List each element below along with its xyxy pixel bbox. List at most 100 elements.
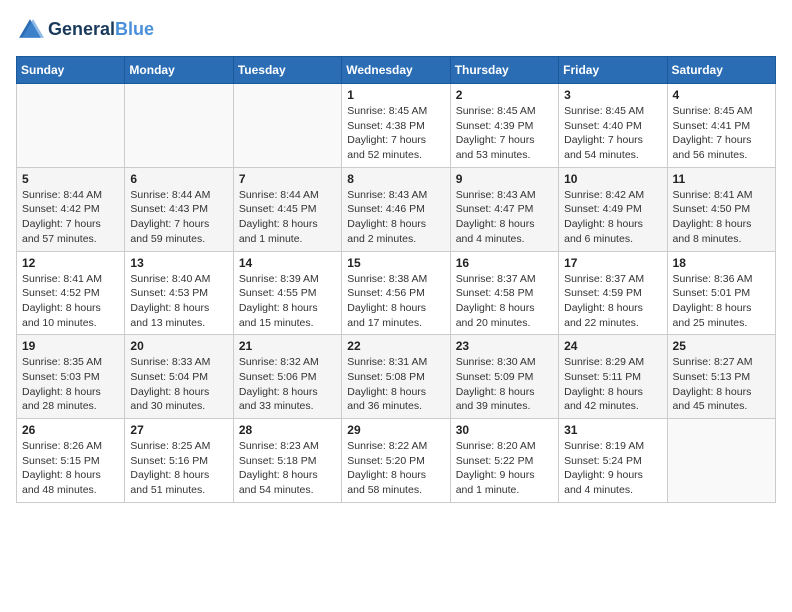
- day-header-thursday: Thursday: [450, 57, 558, 84]
- day-number: 11: [673, 172, 770, 186]
- calendar-week-2: 5 Sunrise: 8:44 AM Sunset: 4:42 PM Daylig…: [17, 167, 776, 251]
- day-info: Sunrise: 8:40 AM Sunset: 4:53 PM Dayligh…: [130, 272, 227, 331]
- day-header-friday: Friday: [559, 57, 667, 84]
- calendar-cell: 17 Sunrise: 8:37 AM Sunset: 4:59 PM Dayli…: [559, 251, 667, 335]
- day-header-tuesday: Tuesday: [233, 57, 341, 84]
- day-number: 27: [130, 423, 227, 437]
- day-number: 23: [456, 339, 553, 353]
- calendar-week-4: 19 Sunrise: 8:35 AM Sunset: 5:03 PM Dayli…: [17, 335, 776, 419]
- calendar-cell: 20Sunrise: 8:33 AM Sunset: 5:04 PM Dayli…: [125, 335, 233, 419]
- day-info: Sunrise: 8:45 AM Sunset: 4:41 PM Dayligh…: [673, 104, 770, 163]
- day-number: 13: [130, 256, 227, 270]
- day-number: 19: [22, 339, 119, 353]
- calendar-cell: 19 Sunrise: 8:35 AM Sunset: 5:03 PM Dayli…: [17, 335, 125, 419]
- day-info: Sunrise: 8:31 AM Sunset: 5:08 PM Dayligh…: [347, 355, 444, 414]
- day-info: Sunrise: 8:38 AM Sunset: 4:56 PM Dayligh…: [347, 272, 444, 331]
- day-header-monday: Monday: [125, 57, 233, 84]
- calendar-cell: 6 Sunrise: 8:44 AM Sunset: 4:43 PM Daylig…: [125, 167, 233, 251]
- day-info: Sunrise: 8:44 AM Sunset: 4:45 PM Dayligh…: [239, 188, 336, 247]
- day-number: 5: [22, 172, 119, 186]
- page-header: GeneralBlue: [16, 16, 776, 44]
- calendar-cell: 25 Sunrise: 8:27 AM Sunset: 5:13 PM Dayli…: [667, 335, 775, 419]
- day-info: Sunrise: 8:45 AM Sunset: 4:38 PM Dayligh…: [347, 104, 444, 163]
- calendar-cell: 18Sunrise: 8:36 AM Sunset: 5:01 PM Dayli…: [667, 251, 775, 335]
- day-info: Sunrise: 8:29 AM Sunset: 5:11 PM Dayligh…: [564, 355, 661, 414]
- calendar-cell: 26Sunrise: 8:26 AM Sunset: 5:15 PM Dayli…: [17, 419, 125, 503]
- day-number: 26: [22, 423, 119, 437]
- logo-text: GeneralBlue: [48, 20, 154, 40]
- day-number: 22: [347, 339, 444, 353]
- logo: GeneralBlue: [16, 16, 154, 44]
- day-info: Sunrise: 8:32 AM Sunset: 5:06 PM Dayligh…: [239, 355, 336, 414]
- day-number: 9: [456, 172, 553, 186]
- day-info: Sunrise: 8:37 AM Sunset: 4:59 PM Dayligh…: [564, 272, 661, 331]
- calendar-cell: 29 Sunrise: 8:22 AM Sunset: 5:20 PM Dayli…: [342, 419, 450, 503]
- day-number: 2: [456, 88, 553, 102]
- calendar-cell: 21 Sunrise: 8:32 AM Sunset: 5:06 PM Dayli…: [233, 335, 341, 419]
- day-info: Sunrise: 8:39 AM Sunset: 4:55 PM Dayligh…: [239, 272, 336, 331]
- day-number: 10: [564, 172, 661, 186]
- calendar-cell: 13 Sunrise: 8:40 AM Sunset: 4:53 PM Dayli…: [125, 251, 233, 335]
- day-number: 24: [564, 339, 661, 353]
- day-header-saturday: Saturday: [667, 57, 775, 84]
- calendar-cell: 14 Sunrise: 8:39 AM Sunset: 4:55 PM Dayli…: [233, 251, 341, 335]
- day-info: Sunrise: 8:41 AM Sunset: 4:52 PM Dayligh…: [22, 272, 119, 331]
- calendar-cell: 2 Sunrise: 8:45 AM Sunset: 4:39 PM Daylig…: [450, 84, 558, 168]
- day-number: 15: [347, 256, 444, 270]
- day-number: 30: [456, 423, 553, 437]
- day-number: 1: [347, 88, 444, 102]
- calendar-cell: 30 Sunrise: 8:20 AM Sunset: 5:22 PM Dayli…: [450, 419, 558, 503]
- day-info: Sunrise: 8:43 AM Sunset: 4:47 PM Dayligh…: [456, 188, 553, 247]
- day-header-sunday: Sunday: [17, 57, 125, 84]
- day-number: 25: [673, 339, 770, 353]
- day-info: Sunrise: 8:45 AM Sunset: 4:39 PM Dayligh…: [456, 104, 553, 163]
- calendar-cell: [667, 419, 775, 503]
- calendar-cell: 10 Sunrise: 8:42 AM Sunset: 4:49 PM Dayli…: [559, 167, 667, 251]
- day-info: Sunrise: 8:44 AM Sunset: 4:43 PM Dayligh…: [130, 188, 227, 247]
- calendar-week-1: 1 Sunrise: 8:45 AM Sunset: 4:38 PM Daylig…: [17, 84, 776, 168]
- calendar-cell: 24 Sunrise: 8:29 AM Sunset: 5:11 PM Dayli…: [559, 335, 667, 419]
- day-info: Sunrise: 8:33 AM Sunset: 5:04 PM Dayligh…: [130, 355, 227, 414]
- day-info: Sunrise: 8:44 AM Sunset: 4:42 PM Dayligh…: [22, 188, 119, 247]
- calendar-week-3: 12 Sunrise: 8:41 AM Sunset: 4:52 PM Dayli…: [17, 251, 776, 335]
- day-number: 6: [130, 172, 227, 186]
- day-info: Sunrise: 8:20 AM Sunset: 5:22 PM Dayligh…: [456, 439, 553, 498]
- day-number: 17: [564, 256, 661, 270]
- calendar-cell: 8Sunrise: 8:43 AM Sunset: 4:46 PM Daylig…: [342, 167, 450, 251]
- day-info: Sunrise: 8:30 AM Sunset: 5:09 PM Dayligh…: [456, 355, 553, 414]
- calendar-week-5: 26Sunrise: 8:26 AM Sunset: 5:15 PM Dayli…: [17, 419, 776, 503]
- day-number: 21: [239, 339, 336, 353]
- day-info: Sunrise: 8:41 AM Sunset: 4:50 PM Dayligh…: [673, 188, 770, 247]
- day-info: Sunrise: 8:42 AM Sunset: 4:49 PM Dayligh…: [564, 188, 661, 247]
- day-info: Sunrise: 8:36 AM Sunset: 5:01 PM Dayligh…: [673, 272, 770, 331]
- day-info: Sunrise: 8:45 AM Sunset: 4:40 PM Dayligh…: [564, 104, 661, 163]
- day-header-wednesday: Wednesday: [342, 57, 450, 84]
- day-info: Sunrise: 8:25 AM Sunset: 5:16 PM Dayligh…: [130, 439, 227, 498]
- calendar-cell: 4Sunrise: 8:45 AM Sunset: 4:41 PM Daylig…: [667, 84, 775, 168]
- calendar-cell: 1 Sunrise: 8:45 AM Sunset: 4:38 PM Daylig…: [342, 84, 450, 168]
- day-number: 3: [564, 88, 661, 102]
- calendar-cell: 16 Sunrise: 8:37 AM Sunset: 4:58 PM Dayli…: [450, 251, 558, 335]
- day-info: Sunrise: 8:27 AM Sunset: 5:13 PM Dayligh…: [673, 355, 770, 414]
- day-info: Sunrise: 8:37 AM Sunset: 4:58 PM Dayligh…: [456, 272, 553, 331]
- day-info: Sunrise: 8:35 AM Sunset: 5:03 PM Dayligh…: [22, 355, 119, 414]
- calendar-cell: 27 Sunrise: 8:25 AM Sunset: 5:16 PM Dayli…: [125, 419, 233, 503]
- calendar-cell: 7 Sunrise: 8:44 AM Sunset: 4:45 PM Daylig…: [233, 167, 341, 251]
- day-number: 12: [22, 256, 119, 270]
- day-info: Sunrise: 8:22 AM Sunset: 5:20 PM Dayligh…: [347, 439, 444, 498]
- day-number: 16: [456, 256, 553, 270]
- day-number: 31: [564, 423, 661, 437]
- day-number: 29: [347, 423, 444, 437]
- calendar-cell: 12 Sunrise: 8:41 AM Sunset: 4:52 PM Dayli…: [17, 251, 125, 335]
- calendar-cell: 11 Sunrise: 8:41 AM Sunset: 4:50 PM Dayli…: [667, 167, 775, 251]
- calendar-cell: 22 Sunrise: 8:31 AM Sunset: 5:08 PM Dayli…: [342, 335, 450, 419]
- calendar-table: SundayMondayTuesdayWednesdayThursdayFrid…: [16, 56, 776, 503]
- day-info: Sunrise: 8:43 AM Sunset: 4:46 PM Dayligh…: [347, 188, 444, 247]
- day-number: 7: [239, 172, 336, 186]
- calendar-cell: 3 Sunrise: 8:45 AM Sunset: 4:40 PM Daylig…: [559, 84, 667, 168]
- day-number: 14: [239, 256, 336, 270]
- day-info: Sunrise: 8:23 AM Sunset: 5:18 PM Dayligh…: [239, 439, 336, 498]
- calendar-cell: 9 Sunrise: 8:43 AM Sunset: 4:47 PM Daylig…: [450, 167, 558, 251]
- calendar-cell: [233, 84, 341, 168]
- calendar-cell: [125, 84, 233, 168]
